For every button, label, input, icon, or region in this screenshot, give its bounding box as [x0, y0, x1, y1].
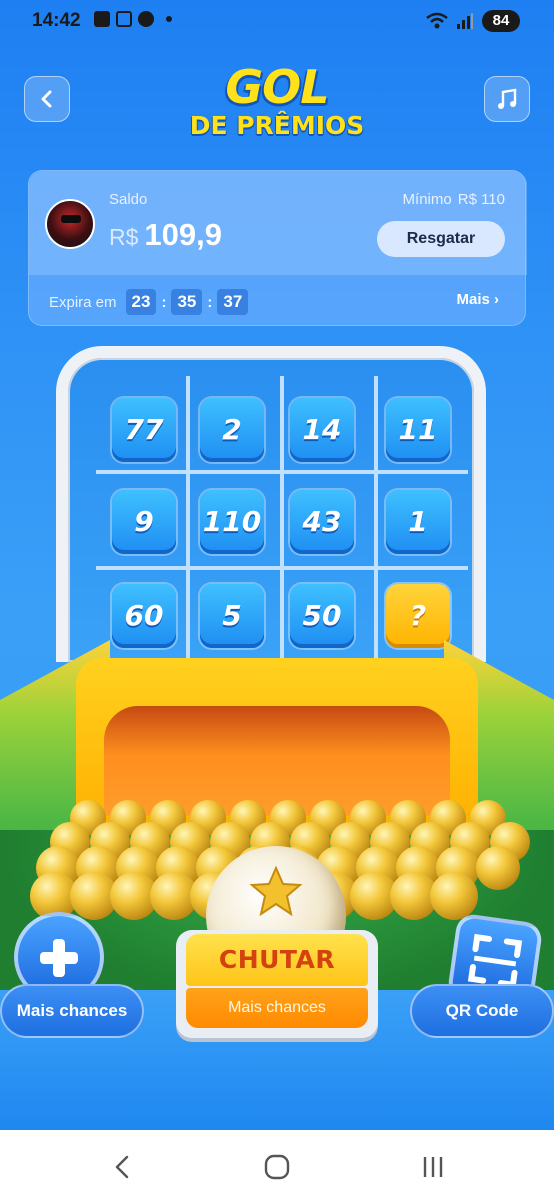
system-icons: 84	[426, 10, 520, 32]
countdown-seconds: 37	[217, 289, 249, 315]
prize-tile: 14	[290, 398, 354, 462]
prize-tile: 11	[386, 398, 450, 462]
countdown-separator: :	[207, 293, 213, 311]
minimum-value: R$ 110	[457, 191, 505, 208]
soccer-icon	[138, 11, 154, 27]
game-screen: 14:42 84 GOL DE PRÊMIOS Saldo R$ 109,9 M…	[0, 0, 554, 1130]
countdown-separator: :	[161, 293, 167, 311]
title-line-1: GOL	[225, 60, 329, 114]
balance-card: Saldo R$ 109,9 Mínimo R$ 110 Resgatar Expi…	[28, 170, 527, 326]
expiry-countdown: Expira em 23 : 35 : 37	[49, 289, 251, 315]
balance-value: 109,9	[144, 217, 222, 252]
notification-icons	[94, 11, 172, 27]
prize-tile: 2	[200, 398, 264, 462]
balance-amount: R$ 109,9	[109, 217, 222, 253]
avatar-mask	[61, 215, 81, 223]
balance-currency: R$	[109, 224, 139, 250]
kick-label[interactable]: CHUTAR	[186, 934, 368, 986]
battery-icon: 84	[482, 10, 520, 32]
prize-tile: 5	[200, 584, 264, 648]
dot-icon	[166, 16, 172, 22]
kick-sublabel[interactable]: Mais chances	[186, 988, 368, 1028]
system-nav-bar	[0, 1130, 554, 1200]
status-bar: 14:42 84	[0, 0, 554, 44]
redeem-button[interactable]: Resgatar	[377, 221, 505, 257]
avatar[interactable]	[45, 199, 95, 249]
balance-label: Saldo	[109, 191, 148, 208]
wifi-icon	[426, 12, 448, 29]
screenshot-icon	[116, 11, 132, 27]
prize-tile: 60	[112, 584, 176, 648]
qr-code-button[interactable]: QR Code	[410, 984, 554, 1038]
prize-tile: 43	[290, 490, 354, 554]
music-note-icon	[498, 88, 517, 109]
prize-tile: 1	[386, 490, 450, 554]
back-nav-icon[interactable]	[108, 1152, 138, 1182]
star-icon	[249, 865, 303, 917]
prize-tile: 77	[112, 398, 176, 462]
game-title: GOL DE PRÊMIOS	[0, 62, 554, 140]
home-nav-icon[interactable]	[262, 1152, 292, 1182]
music-button[interactable]	[484, 76, 530, 122]
prize-tile: 110	[200, 490, 264, 554]
chat-icon	[94, 11, 110, 27]
minimum-redeem: Mínimo R$ 110	[397, 191, 505, 208]
countdown-minutes: 35	[171, 289, 203, 315]
more-link[interactable]: Mais ›	[456, 291, 499, 308]
title-line-2: DE PRÊMIOS	[189, 111, 365, 140]
mystery-prize-tile: ?	[386, 584, 450, 648]
minimum-label: Mínimo	[402, 191, 452, 208]
gold-ball	[476, 846, 520, 890]
status-time: 14:42	[32, 10, 81, 31]
expiry-label: Expira em	[49, 293, 117, 311]
gold-ball	[430, 872, 478, 920]
prize-tile: 9	[112, 490, 176, 554]
countdown-hours: 23	[125, 289, 157, 315]
prize-tile: 50	[290, 584, 354, 648]
more-chances-button[interactable]: Mais chances	[0, 984, 144, 1038]
recents-nav-icon[interactable]	[418, 1152, 448, 1182]
signal-icon	[457, 13, 473, 29]
